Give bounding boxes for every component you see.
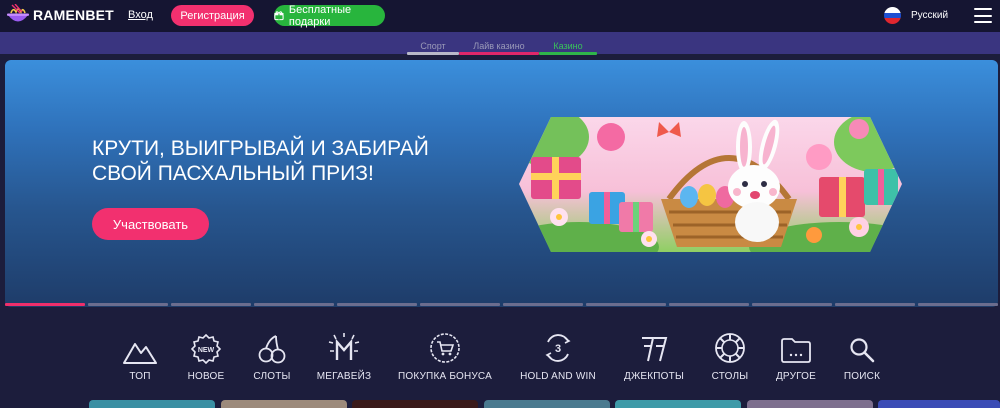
gift-icon: [274, 11, 284, 21]
slide-indicator[interactable]: [171, 303, 251, 306]
game-tile[interactable]: [878, 400, 1000, 408]
easter-bunny-illustration: [519, 117, 902, 252]
tab-sport-label: Спорт: [420, 41, 446, 51]
menu-icon[interactable]: [974, 8, 992, 23]
participate-button[interactable]: Участвовать: [92, 208, 209, 240]
game-grid: [0, 400, 1000, 408]
chip-icon: [715, 333, 745, 363]
tab-casino[interactable]: Казино: [539, 41, 597, 55]
slide-indicator[interactable]: [503, 303, 583, 306]
category-megaways[interactable]: МЕГАВЕЙЗ: [294, 330, 394, 382]
slider-pagination: [5, 303, 998, 306]
slide-indicator[interactable]: [752, 303, 832, 306]
brand-logo[interactable]: RAMENBET: [6, 4, 114, 26]
tab-sport[interactable]: Спорт: [407, 41, 459, 55]
ramen-bowl-icon: [7, 4, 29, 22]
language-label: Русский: [911, 10, 949, 21]
svg-text:3: 3: [555, 343, 561, 355]
folder-icon: [781, 338, 811, 363]
category-hold-and-win[interactable]: 3 HOLD AND WIN: [508, 330, 608, 382]
category-bonus-buy[interactable]: ПОКУПКА БОНУСА: [395, 330, 495, 382]
category-tables-label: СТОЛЫ: [711, 371, 749, 382]
tab-live-casino-label: Лайв казино: [473, 41, 525, 51]
slide-indicator[interactable]: [586, 303, 666, 306]
promo-title: Крути, выигрывай и забирай свой пасхальн…: [92, 136, 429, 186]
language-selector[interactable]: Русский: [884, 7, 948, 24]
hold-and-win-icon: 3: [545, 334, 571, 362]
brand-name: RAMENBET: [33, 7, 114, 23]
tab-live-casino[interactable]: Лайв казино: [459, 41, 539, 55]
game-tile[interactable]: [89, 400, 215, 408]
slide-indicator[interactable]: [669, 303, 749, 306]
top-header: RAMENBET Вход Регистрация Бесплатные под…: [0, 0, 1000, 32]
login-link[interactable]: Вход: [128, 9, 153, 21]
category-new-label: НОВОЕ: [187, 371, 225, 382]
free-gifts-label: Бесплатные подарки: [288, 3, 352, 28]
svg-text:NEW: NEW: [198, 347, 215, 354]
tab-casino-label: Казино: [553, 41, 583, 51]
category-megaways-label: МЕГАВЕЙЗ: [316, 371, 372, 382]
promo-title-line-1: Крути, выигрывай и забирай: [92, 137, 429, 160]
slide-indicator[interactable]: [337, 303, 417, 306]
category-search-label: ПОИСК: [843, 371, 881, 382]
category-jackpots-label: ДЖЕКПОТЫ: [623, 371, 685, 382]
search-icon: [850, 338, 875, 363]
game-tile[interactable]: [747, 400, 873, 408]
game-tile[interactable]: [352, 400, 478, 408]
category-other-label: ДРУГОЕ: [775, 371, 817, 382]
category-slots-label: СЛОТЫ: [253, 371, 291, 382]
megaways-icon: [328, 333, 360, 360]
slide-indicator[interactable]: [420, 303, 500, 306]
promo-title-line-2: свой пасхальный приз!: [92, 162, 374, 185]
russia-flag-icon: [884, 7, 901, 24]
category-hold-and-win-label: HOLD AND WIN: [520, 371, 596, 382]
cherry-icon: [258, 335, 286, 364]
game-tile[interactable]: [484, 400, 610, 408]
free-gifts-button[interactable]: Бесплатные подарки: [274, 3, 385, 28]
game-tile[interactable]: [615, 400, 741, 408]
slide-indicator[interactable]: [918, 303, 998, 306]
category-search[interactable]: ПОИСК: [812, 330, 912, 382]
category-top-label: ТОП: [129, 371, 151, 382]
register-button[interactable]: Регистрация: [171, 5, 254, 26]
slide-indicator[interactable]: [88, 303, 168, 306]
game-tile[interactable]: [221, 400, 347, 408]
game-category-nav: ТОП NEW НОВОЕ СЛОТЫ МЕГАВЕЙЗ ПОКУПКА БОН…: [0, 330, 1000, 390]
category-bonus-buy-label: ПОКУПКА БОНУСА: [398, 371, 492, 382]
promo-banner: Крути, выигрывай и забирай свой пасхальн…: [5, 60, 998, 307]
slide-indicator[interactable]: [254, 303, 334, 306]
new-badge-icon: NEW: [191, 334, 221, 364]
slide-indicator-active[interactable]: [5, 303, 85, 306]
section-tabs: Спорт Лайв казино Казино: [0, 32, 1000, 55]
mountain-icon: [123, 343, 157, 364]
cart-badge-icon: [430, 333, 460, 363]
slide-indicator[interactable]: [835, 303, 915, 306]
sevens-icon: [642, 337, 668, 362]
